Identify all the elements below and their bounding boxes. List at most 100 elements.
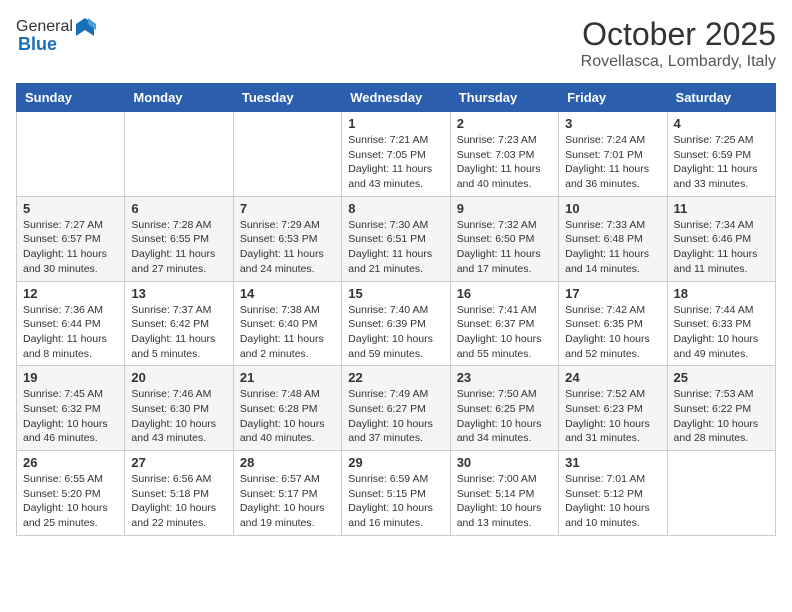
day-headers-row: Sunday Monday Tuesday Wednesday Thursday… <box>17 84 776 112</box>
day-number: 9 <box>457 201 552 216</box>
calendar-cell: 8Sunrise: 7:30 AM Sunset: 6:51 PM Daylig… <box>342 196 450 281</box>
day-info: Sunrise: 7:33 AM Sunset: 6:48 PM Dayligh… <box>565 218 660 277</box>
day-info: Sunrise: 7:41 AM Sunset: 6:37 PM Dayligh… <box>457 303 552 362</box>
day-info: Sunrise: 7:49 AM Sunset: 6:27 PM Dayligh… <box>348 387 443 446</box>
calendar-cell: 2 Sunrise: 7:23 AM Sunset: 7:03 PM Daylig… <box>450 112 558 197</box>
header: General Blue October 2025 Rovellasca, Lo… <box>16 16 776 71</box>
calendar-cell: 17 Sunrise: 7:42 AM Sunset: 6:35 PM Dayli… <box>559 281 667 366</box>
day-info: Sunrise: 7:00 AM Sunset: 5:14 PM Dayligh… <box>457 472 552 531</box>
calendar-week-row: 1 Sunrise: 7:21 AM Sunset: 7:05 PM Daylig… <box>17 112 776 197</box>
day-info: Sunrise: 7:42 AM Sunset: 6:35 PM Dayligh… <box>565 303 660 362</box>
calendar-cell: 12 Sunrise: 7:36 AM Sunset: 6:44 PM Dayli… <box>17 281 125 366</box>
calendar-week-row: 19 Sunrise: 7:45 AM Sunset: 6:32 PM Dayli… <box>17 366 776 451</box>
calendar-cell: 22Sunrise: 7:49 AM Sunset: 6:27 PM Dayli… <box>342 366 450 451</box>
day-info: Sunrise: 7:50 AM Sunset: 6:25 PM Dayligh… <box>457 387 552 446</box>
calendar-cell: 27Sunrise: 6:56 AM Sunset: 5:18 PM Dayli… <box>125 451 233 536</box>
calendar-cell: 24Sunrise: 7:52 AM Sunset: 6:23 PM Dayli… <box>559 366 667 451</box>
location-title: Rovellasca, Lombardy, Italy <box>581 53 776 71</box>
calendar-cell: 26 Sunrise: 6:55 AM Sunset: 5:20 PM Dayli… <box>17 451 125 536</box>
page: General Blue October 2025 Rovellasca, Lo… <box>0 0 792 552</box>
calendar-cell: 7 Sunrise: 7:29 AM Sunset: 6:53 PM Daylig… <box>233 196 341 281</box>
day-number: 15 <box>348 286 443 301</box>
calendar-week-row: 5Sunrise: 7:27 AM Sunset: 6:57 PM Daylig… <box>17 196 776 281</box>
calendar-cell: 20 Sunrise: 7:46 AM Sunset: 6:30 PM Dayli… <box>125 366 233 451</box>
day-info: Sunrise: 6:55 AM Sunset: 5:20 PM Dayligh… <box>23 472 118 531</box>
day-number: 3 <box>565 116 660 131</box>
day-info: Sunrise: 7:01 AM Sunset: 5:12 PM Dayligh… <box>565 472 660 531</box>
day-number: 19 <box>23 370 118 385</box>
day-info: Sunrise: 7:21 AM Sunset: 7:05 PM Dayligh… <box>348 133 443 192</box>
calendar-cell: 3 Sunrise: 7:24 AM Sunset: 7:01 PM Daylig… <box>559 112 667 197</box>
day-number: 17 <box>565 286 660 301</box>
day-number: 29 <box>348 455 443 470</box>
calendar-cell: 11 Sunrise: 7:34 AM Sunset: 6:46 PM Dayli… <box>667 196 775 281</box>
calendar-cell <box>17 112 125 197</box>
calendar-week-row: 12 Sunrise: 7:36 AM Sunset: 6:44 PM Dayli… <box>17 281 776 366</box>
calendar-cell: 1 Sunrise: 7:21 AM Sunset: 7:05 PM Daylig… <box>342 112 450 197</box>
day-info: Sunrise: 7:48 AM Sunset: 6:28 PM Dayligh… <box>240 387 335 446</box>
day-info: Sunrise: 6:59 AM Sunset: 5:15 PM Dayligh… <box>348 472 443 531</box>
day-info: Sunrise: 7:40 AM Sunset: 6:39 PM Dayligh… <box>348 303 443 362</box>
header-monday: Monday <box>125 84 233 112</box>
day-info: Sunrise: 7:25 AM Sunset: 6:59 PM Dayligh… <box>674 133 769 192</box>
day-info: Sunrise: 7:46 AM Sunset: 6:30 PM Dayligh… <box>131 387 226 446</box>
header-thursday: Thursday <box>450 84 558 112</box>
calendar-cell: 31 Sunrise: 7:01 AM Sunset: 5:12 PM Dayli… <box>559 451 667 536</box>
calendar-cell: 9Sunrise: 7:32 AM Sunset: 6:50 PM Daylig… <box>450 196 558 281</box>
day-number: 2 <box>457 116 552 131</box>
calendar-week-row: 26 Sunrise: 6:55 AM Sunset: 5:20 PM Dayli… <box>17 451 776 536</box>
day-info: Sunrise: 7:24 AM Sunset: 7:01 PM Dayligh… <box>565 133 660 192</box>
day-info: Sunrise: 7:52 AM Sunset: 6:23 PM Dayligh… <box>565 387 660 446</box>
day-number: 6 <box>131 201 226 216</box>
header-sunday: Sunday <box>17 84 125 112</box>
calendar-cell: 14Sunrise: 7:38 AM Sunset: 6:40 PM Dayli… <box>233 281 341 366</box>
day-info: Sunrise: 7:36 AM Sunset: 6:44 PM Dayligh… <box>23 303 118 362</box>
calendar-cell: 15 Sunrise: 7:40 AM Sunset: 6:39 PM Dayli… <box>342 281 450 366</box>
day-info: Sunrise: 7:23 AM Sunset: 7:03 PM Dayligh… <box>457 133 552 192</box>
day-info: Sunrise: 7:53 AM Sunset: 6:22 PM Dayligh… <box>674 387 769 446</box>
calendar-cell: 10 Sunrise: 7:33 AM Sunset: 6:48 PM Dayli… <box>559 196 667 281</box>
day-info: Sunrise: 7:45 AM Sunset: 6:32 PM Dayligh… <box>23 387 118 446</box>
header-wednesday: Wednesday <box>342 84 450 112</box>
calendar-cell: 25 Sunrise: 7:53 AM Sunset: 6:22 PM Dayli… <box>667 366 775 451</box>
day-number: 7 <box>240 201 335 216</box>
header-friday: Friday <box>559 84 667 112</box>
calendar-cell: 16Sunrise: 7:41 AM Sunset: 6:37 PM Dayli… <box>450 281 558 366</box>
day-number: 10 <box>565 201 660 216</box>
title-block: October 2025 Rovellasca, Lombardy, Italy <box>581 16 776 71</box>
day-info: Sunrise: 7:44 AM Sunset: 6:33 PM Dayligh… <box>674 303 769 362</box>
calendar-cell: 6 Sunrise: 7:28 AM Sunset: 6:55 PM Daylig… <box>125 196 233 281</box>
day-number: 21 <box>240 370 335 385</box>
calendar-cell: 5Sunrise: 7:27 AM Sunset: 6:57 PM Daylig… <box>17 196 125 281</box>
day-number: 1 <box>348 116 443 131</box>
logo: General Blue <box>16 16 96 55</box>
month-title: October 2025 <box>581 16 776 53</box>
day-info: Sunrise: 7:28 AM Sunset: 6:55 PM Dayligh… <box>131 218 226 277</box>
day-number: 31 <box>565 455 660 470</box>
calendar-cell <box>667 451 775 536</box>
day-info: Sunrise: 7:27 AM Sunset: 6:57 PM Dayligh… <box>23 218 118 277</box>
day-number: 11 <box>674 201 769 216</box>
day-info: Sunrise: 7:29 AM Sunset: 6:53 PM Dayligh… <box>240 218 335 277</box>
calendar-cell: 4Sunrise: 7:25 AM Sunset: 6:59 PM Daylig… <box>667 112 775 197</box>
day-number: 25 <box>674 370 769 385</box>
header-tuesday: Tuesday <box>233 84 341 112</box>
day-number: 26 <box>23 455 118 470</box>
header-saturday: Saturday <box>667 84 775 112</box>
day-number: 8 <box>348 201 443 216</box>
calendar-cell: 29 Sunrise: 6:59 AM Sunset: 5:15 PM Dayli… <box>342 451 450 536</box>
day-number: 20 <box>131 370 226 385</box>
day-info: Sunrise: 7:37 AM Sunset: 6:42 PM Dayligh… <box>131 303 226 362</box>
day-info: Sunrise: 6:57 AM Sunset: 5:17 PM Dayligh… <box>240 472 335 531</box>
calendar-cell: 13Sunrise: 7:37 AM Sunset: 6:42 PM Dayli… <box>125 281 233 366</box>
day-number: 14 <box>240 286 335 301</box>
day-info: Sunrise: 7:34 AM Sunset: 6:46 PM Dayligh… <box>674 218 769 277</box>
day-number: 23 <box>457 370 552 385</box>
calendar-cell: 21 Sunrise: 7:48 AM Sunset: 6:28 PM Dayli… <box>233 366 341 451</box>
calendar: Sunday Monday Tuesday Wednesday Thursday… <box>16 83 776 536</box>
day-number: 12 <box>23 286 118 301</box>
day-number: 18 <box>674 286 769 301</box>
calendar-cell <box>125 112 233 197</box>
calendar-cell <box>233 112 341 197</box>
calendar-cell: 19 Sunrise: 7:45 AM Sunset: 6:32 PM Dayli… <box>17 366 125 451</box>
